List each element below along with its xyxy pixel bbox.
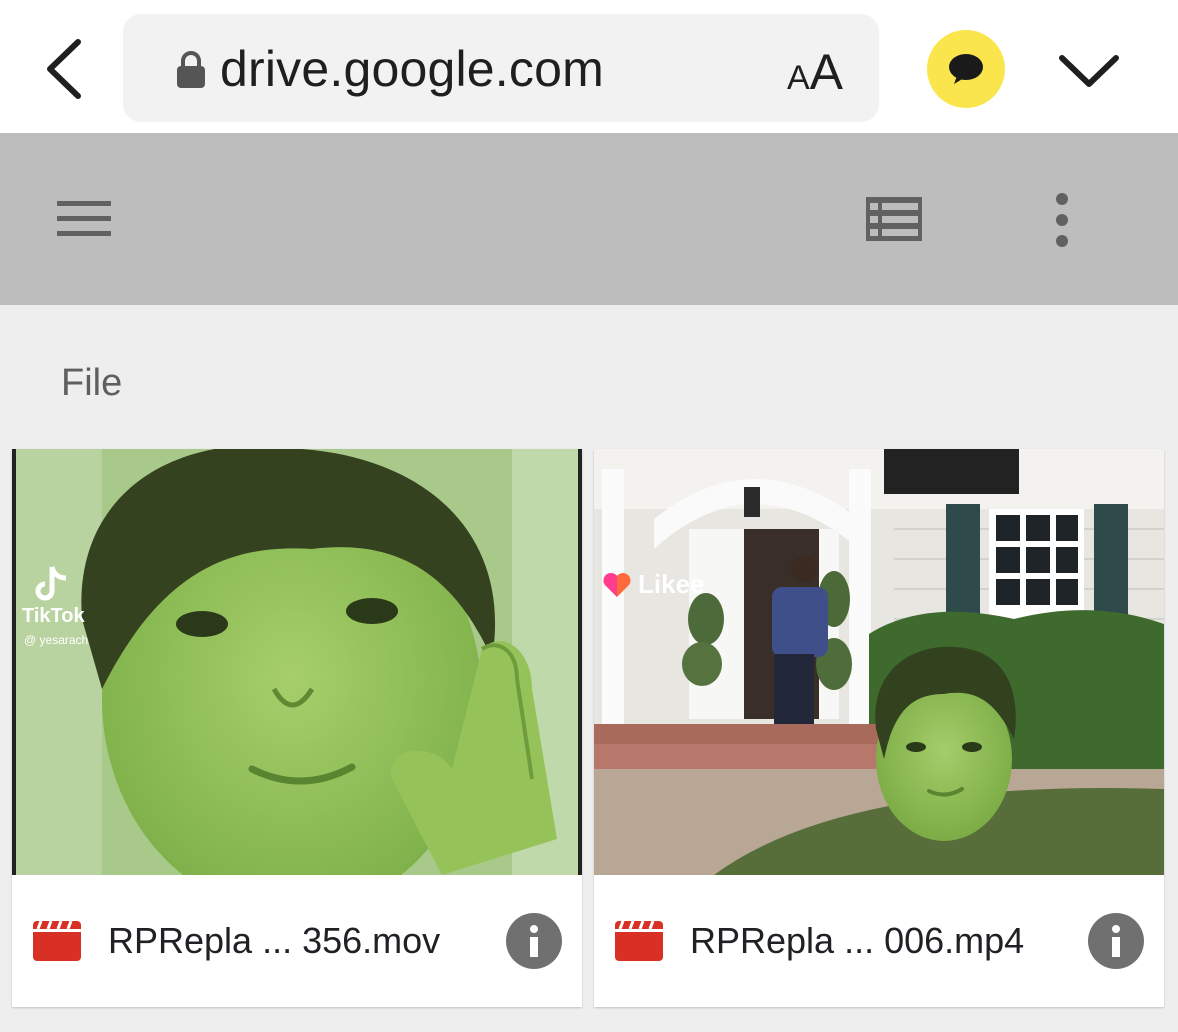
- text-size-big-label: A: [809, 44, 843, 100]
- file-card-footer: RPRepla ... 006.mp4: [594, 875, 1164, 1007]
- browser-toolbar: drive.google.com AA: [0, 0, 1178, 133]
- video-file-icon: [615, 921, 663, 961]
- file-info-button[interactable]: [506, 913, 562, 969]
- file-card-footer: RPRepla ... 356.mov: [12, 875, 582, 1007]
- address-bar[interactable]: drive.google.com AA: [123, 14, 879, 122]
- file-card[interactable]: TikTok @ yesarach RPRepla ... 356.mov: [12, 449, 582, 1007]
- file-name[interactable]: RPRepla ... 006.mp4: [690, 919, 1024, 963]
- lock-icon: [177, 51, 205, 88]
- drive-app-bar: [0, 133, 1178, 305]
- info-icon: [1112, 925, 1120, 957]
- video-thumbnail[interactable]: Likee: [594, 449, 1164, 875]
- tiktok-logo-icon: [35, 566, 67, 601]
- kakaotalk-extension-button[interactable]: [927, 30, 1005, 108]
- url-text: drive.google.com: [220, 41, 604, 97]
- info-icon: [530, 925, 538, 957]
- hamburger-menu-icon: [57, 201, 111, 236]
- file-info-button[interactable]: [1088, 913, 1144, 969]
- chevron-left-icon: [47, 39, 81, 99]
- likee-watermark: Likee: [638, 569, 705, 599]
- section-title: File: [61, 362, 123, 404]
- likee-logo-icon: [603, 573, 631, 597]
- speech-bubble-icon: [949, 54, 983, 84]
- main-menu-button[interactable]: [57, 199, 111, 239]
- chevron-down-icon: [1059, 55, 1119, 87]
- more-vertical-icon: [1056, 193, 1068, 247]
- tiktok-username: @ yesarach: [24, 633, 89, 647]
- video-thumbnail[interactable]: TikTok @ yesarach: [12, 449, 582, 875]
- browser-menu-button[interactable]: [1056, 44, 1122, 94]
- text-size-small-label: A: [786, 59, 810, 97]
- list-view-button[interactable]: [866, 197, 922, 241]
- thumbnail-image: [594, 449, 1164, 875]
- text-size-button[interactable]: AA: [787, 44, 843, 113]
- back-button[interactable]: [36, 34, 96, 104]
- video-file-icon: [33, 921, 81, 961]
- list-view-icon: [866, 197, 922, 241]
- file-card[interactable]: Likee RPRepla ... 006.mp4: [594, 449, 1164, 1007]
- file-name[interactable]: RPRepla ... 356.mov: [108, 919, 440, 963]
- more-options-button[interactable]: [1046, 191, 1078, 249]
- thumbnail-image: [12, 449, 582, 875]
- tiktok-watermark: TikTok: [22, 605, 85, 627]
